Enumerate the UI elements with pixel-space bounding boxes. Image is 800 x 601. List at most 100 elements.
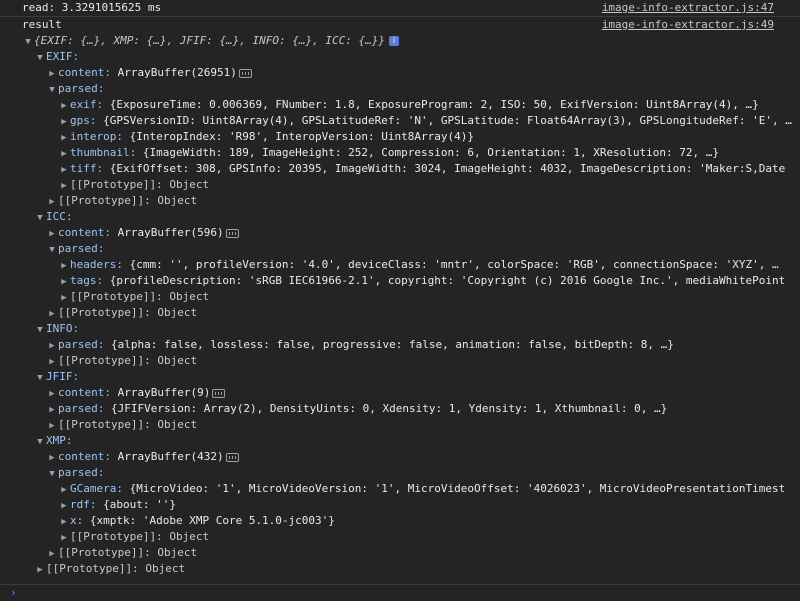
- expand-right-icon[interactable]: ▶: [46, 338, 58, 353]
- content-value: ArrayBuffer(26951): [117, 66, 237, 79]
- tree-node-exif-tiff[interactable]: ▶ tiff: {ExifOffset: 308, GPSInfo: 20395,…: [0, 161, 800, 177]
- tree-node-xmp[interactable]: ▼ XMP:: [0, 433, 800, 449]
- tree-node-jfif[interactable]: ▼ JFIF:: [0, 369, 800, 385]
- tree-node-prototype[interactable]: ▶ [[Prototype]]: Object: [0, 545, 800, 561]
- prototype-label: [[Prototype]]: Object: [58, 306, 198, 319]
- content-key: content:: [58, 386, 111, 399]
- expand-right-icon[interactable]: ▶: [46, 226, 58, 241]
- tree-node-prototype[interactable]: ▶ [[Prototype]]: Object: [0, 561, 800, 577]
- memory-inspector-icon[interactable]: [212, 388, 226, 398]
- content-key: content:: [58, 66, 111, 79]
- tree-node-xmp-content[interactable]: ▶ content: ArrayBuffer(432): [0, 449, 800, 465]
- expand-right-icon[interactable]: ▶: [58, 162, 70, 177]
- content-value: ArrayBuffer(9): [117, 386, 211, 399]
- tree-node-xmp-x[interactable]: ▶ x: {xmptk: 'Adobe XMP Core 5.1.0-jc003'…: [0, 513, 800, 529]
- expand-down-icon[interactable]: ▼: [46, 82, 58, 97]
- expand-right-icon[interactable]: ▶: [58, 530, 70, 545]
- tree-node-prototype[interactable]: ▶ [[Prototype]]: Object: [0, 353, 800, 369]
- tree-node-exif-gps[interactable]: ▶ gps: {GPSVersionID: Uint8Array(4), GPSL…: [0, 113, 800, 129]
- tree-node-info-parsed[interactable]: ▶ parsed: {alpha: false, lossless: false,…: [0, 337, 800, 353]
- thumbnail-value: {ImageWidth: 189, ImageHeight: 252, Comp…: [142, 146, 720, 159]
- expand-right-icon[interactable]: ▶: [58, 98, 70, 113]
- expand-right-icon[interactable]: ▶: [46, 306, 58, 321]
- source-link-47[interactable]: image-info-extractor.js:47: [602, 0, 774, 16]
- expand-down-icon[interactable]: ▼: [46, 466, 58, 481]
- expand-right-icon[interactable]: ▶: [46, 66, 58, 81]
- prototype-label: [[Prototype]]: Object: [70, 530, 210, 543]
- tree-node-prototype[interactable]: ▶ [[Prototype]]: Object: [0, 177, 800, 193]
- expand-right-icon[interactable]: ▶: [46, 546, 58, 561]
- tree-node-xmp-rdf[interactable]: ▶ rdf: {about: ''}: [0, 497, 800, 513]
- expand-right-icon[interactable]: ▶: [58, 498, 70, 513]
- tree-node-prototype[interactable]: ▶ [[Prototype]]: Object: [0, 193, 800, 209]
- tags-value: {profileDescription: 'sRGB IEC61966-2.1'…: [109, 274, 786, 287]
- tree-node-icc-parsed[interactable]: ▼ parsed:: [0, 241, 800, 257]
- expand-right-icon[interactable]: ▶: [46, 450, 58, 465]
- memory-inspector-icon[interactable]: [238, 68, 252, 78]
- tree-node-icc[interactable]: ▼ ICC:: [0, 209, 800, 225]
- expand-right-icon[interactable]: ▶: [58, 482, 70, 497]
- tree-node-exif[interactable]: ▼ EXIF:: [0, 49, 800, 65]
- tree-node-prototype[interactable]: ▶ [[Prototype]]: Object: [0, 305, 800, 321]
- expand-down-icon[interactable]: ▼: [34, 370, 46, 385]
- console-message-result: result image-info-extractor.js:49: [0, 17, 800, 33]
- icc-key: ICC:: [46, 210, 73, 223]
- expand-down-icon[interactable]: ▼: [34, 210, 46, 225]
- tree-node-icc-tags[interactable]: ▶ tags: {profileDescription: 'sRGB IEC619…: [0, 273, 800, 289]
- tree-node-xmp-parsed[interactable]: ▼ parsed:: [0, 465, 800, 481]
- expand-right-icon[interactable]: ▶: [58, 514, 70, 529]
- expand-right-icon[interactable]: ▶: [46, 386, 58, 401]
- expand-right-icon[interactable]: ▶: [46, 402, 58, 417]
- tree-node-exif-parsed[interactable]: ▼ parsed:: [0, 81, 800, 97]
- expand-right-icon[interactable]: ▶: [34, 562, 46, 577]
- memory-inspector-icon[interactable]: [225, 452, 239, 462]
- expand-right-icon[interactable]: ▶: [58, 146, 70, 161]
- tree-node-icc-content[interactable]: ▶ content: ArrayBuffer(596): [0, 225, 800, 241]
- expand-down-icon[interactable]: ▼: [46, 242, 58, 257]
- xmp-key: XMP:: [46, 434, 73, 447]
- interop-key: interop:: [70, 130, 123, 143]
- console-prompt[interactable]: ›: [0, 584, 800, 601]
- tree-node-icc-headers[interactable]: ▶ headers: {cmm: '', profileVersion: '4.0…: [0, 257, 800, 273]
- prototype-label: [[Prototype]]: Object: [70, 178, 210, 191]
- tree-node-prototype[interactable]: ▶ [[Prototype]]: Object: [0, 417, 800, 433]
- expand-right-icon[interactable]: ▶: [58, 114, 70, 129]
- result-label: result: [22, 18, 62, 31]
- tree-node-exif-interop[interactable]: ▶ interop: {InteropIndex: 'R98', InteropV…: [0, 129, 800, 145]
- rdf-value: {about: ''}: [103, 498, 176, 511]
- tree-node-prototype[interactable]: ▶ [[Prototype]]: Object: [0, 289, 800, 305]
- expand-right-icon[interactable]: ▶: [58, 290, 70, 305]
- expand-right-icon[interactable]: ▶: [46, 418, 58, 433]
- tree-node-exif-content[interactable]: ▶ content: ArrayBuffer(26951): [0, 65, 800, 81]
- tree-node-xmp-gcamera[interactable]: ▶ GCamera: {MicroVideo: '1', MicroVideoVe…: [0, 481, 800, 497]
- x-value: {xmptk: 'Adobe XMP Core 5.1.0-jc003'}: [89, 514, 335, 527]
- tree-node-jfif-parsed[interactable]: ▶ parsed: {JFIFVersion: Array(2), Density…: [0, 401, 800, 417]
- tree-node-jfif-content[interactable]: ▶ content: ArrayBuffer(9): [0, 385, 800, 401]
- read-timing-text: read: 3.3291015625 ms: [22, 1, 162, 14]
- source-link-49[interactable]: image-info-extractor.js:49: [602, 17, 774, 33]
- expand-right-icon[interactable]: ▶: [58, 258, 70, 273]
- expand-down-icon[interactable]: ▼: [34, 322, 46, 337]
- parsed-value: {JFIFVersion: Array(2), DensityUints: 0,…: [110, 402, 668, 415]
- expand-right-icon[interactable]: ▶: [58, 178, 70, 193]
- info-icon[interactable]: i: [389, 36, 399, 46]
- tree-node-exif-exif[interactable]: ▶ exif: {ExposureTime: 0.006369, FNumber:…: [0, 97, 800, 113]
- tags-key: tags:: [70, 274, 104, 287]
- gps-key: gps:: [70, 114, 97, 127]
- root-object-row[interactable]: ▼ {EXIF: {…}, XMP: {…}, JFIF: {…}, INFO: …: [0, 33, 800, 49]
- expand-right-icon[interactable]: ▶: [46, 194, 58, 209]
- expand-right-icon[interactable]: ▶: [46, 354, 58, 369]
- tree-node-prototype[interactable]: ▶ [[Prototype]]: Object: [0, 529, 800, 545]
- prototype-label: [[Prototype]]: Object: [58, 194, 198, 207]
- expand-right-icon[interactable]: ▶: [58, 274, 70, 289]
- parsed-key: parsed:: [58, 82, 105, 95]
- expand-down-icon[interactable]: ▼: [22, 34, 34, 49]
- expand-down-icon[interactable]: ▼: [34, 50, 46, 65]
- expand-down-icon[interactable]: ▼: [34, 434, 46, 449]
- prototype-label: [[Prototype]]: Object: [70, 290, 210, 303]
- tree-node-info[interactable]: ▼ INFO:: [0, 321, 800, 337]
- memory-inspector-icon[interactable]: [225, 228, 239, 238]
- expand-right-icon[interactable]: ▶: [58, 130, 70, 145]
- prototype-label: [[Prototype]]: Object: [46, 562, 186, 575]
- tree-node-exif-thumbnail[interactable]: ▶ thumbnail: {ImageWidth: 189, ImageHeigh…: [0, 145, 800, 161]
